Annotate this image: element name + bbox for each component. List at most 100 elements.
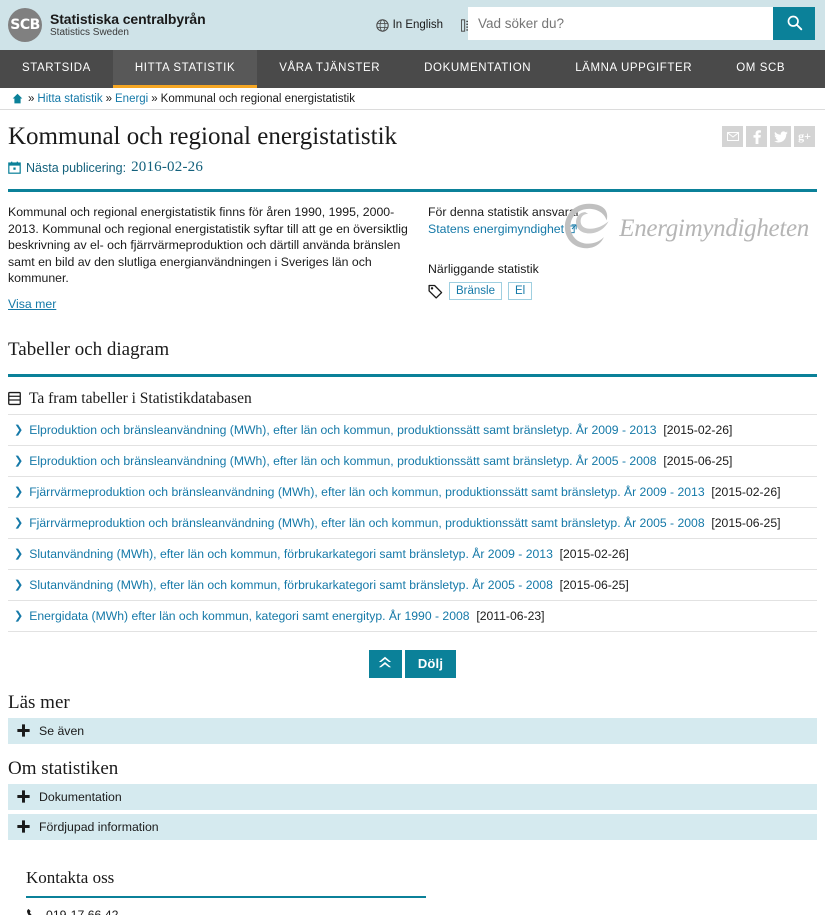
chevron-right-icon: ❯: [14, 547, 24, 560]
table-row[interactable]: ❯ Fjärrvärmeproduktion och bränsleanvänd…: [8, 508, 817, 539]
table-row-label: Slutanvändning (MWh), efter län och komm…: [29, 546, 629, 561]
next-publication: Nästa publicering: 2016-02-26: [8, 159, 817, 176]
search-button[interactable]: [773, 7, 815, 40]
contact-divider: [26, 895, 426, 898]
breadcrumb: » Hitta statistik » Energi » Kommunal oc…: [0, 88, 825, 110]
in-english-label: In English: [392, 19, 444, 31]
page-title-row: Kommunal och regional energistatistik g+: [8, 110, 817, 152]
breadcrumb-sep-2: »: [151, 92, 158, 105]
energimyndigheten-logo: Energimyndigheten: [561, 200, 809, 257]
table-row[interactable]: ❯ Elproduktion och bränsleanvändning (MW…: [8, 446, 817, 477]
plus-icon: [17, 790, 30, 803]
page-content: Kommunal och regional energistatistik g+: [0, 110, 825, 915]
google-plus-glyph: g+: [798, 129, 811, 143]
responsible-org-link[interactable]: Statens energimyndighet: [428, 222, 577, 236]
email-share-icon[interactable]: [722, 126, 743, 147]
search-icon: [786, 14, 803, 34]
org-name-english: Statistics Sweden: [50, 26, 129, 38]
related-tags: Bränsle El: [428, 282, 817, 300]
table-row[interactable]: ❯ Fjärrvärmeproduktion och bränsleanvänd…: [8, 477, 817, 508]
org-name: Statistiska centralbyrån: [50, 10, 206, 27]
intro-left-column: Kommunal och regional energistatistik fi…: [8, 204, 428, 313]
nav-item-vara-tjanster[interactable]: VÅRA TJÄNSTER: [257, 50, 402, 88]
page-title: Kommunal och regional energistatistik: [8, 123, 398, 150]
about-statistics-heading: Om statistiken: [8, 757, 119, 779]
breadcrumb-sep-1: »: [105, 92, 112, 105]
related-statistics-label: Närliggande statistik: [428, 262, 539, 276]
breadcrumb-link-hitta-statistik[interactable]: Hitta statistik: [37, 93, 102, 105]
chevron-right-icon: ❯: [14, 609, 24, 622]
table-row[interactable]: ❯ Slutanvändning (MWh), efter län och ko…: [8, 539, 817, 570]
tables-section-controls: Dölj: [8, 649, 817, 678]
accordion-fordjupad-information-label: Fördjupad information: [39, 819, 159, 834]
accordion-dokumentation[interactable]: Dokumentation: [8, 783, 817, 810]
energimyndigheten-wordmark: Energimyndigheten: [619, 214, 809, 242]
intro-body-text: Kommunal och regional energistatistik fi…: [8, 205, 408, 285]
main-navigation: STARTSIDA HITTA STATISTIK VÅRA TJÄNSTER …: [0, 50, 825, 88]
statistics-database-label: Ta fram tabeller i Statistikdatabasen: [29, 389, 252, 407]
energimyndigheten-leaf-icon: [561, 200, 617, 257]
nav-item-dokumentation[interactable]: DOKUMENTATION: [402, 50, 553, 88]
nav-item-lamna-uppgifter[interactable]: LÄMNA UPPGIFTER: [553, 50, 714, 88]
hide-button[interactable]: Dölj: [404, 649, 457, 678]
table-row[interactable]: ❯ Energidata (MWh) efter län och kommun,…: [8, 601, 817, 632]
plus-icon: [17, 724, 30, 737]
read-more-heading: Läs mer: [8, 691, 70, 713]
next-publication-label: Nästa publicering:: [26, 160, 127, 175]
table-row-label: Energidata (MWh) efter län och kommun, k…: [29, 608, 545, 623]
nav-item-hitta-statistik[interactable]: HITTA STATISTIK: [112, 50, 258, 88]
chevron-right-icon: ❯: [14, 578, 24, 591]
plus-icon: [17, 820, 30, 833]
breadcrumb-current: Kommunal och regional energistatistik: [160, 92, 355, 105]
twitter-share-icon[interactable]: [770, 126, 791, 147]
accordion-se-aven-label: Se även: [39, 723, 85, 738]
breadcrumb-sep-0: »: [28, 92, 35, 105]
tag-icon: [428, 284, 443, 299]
table-row[interactable]: ❯ Slutanvändning (MWh), efter län och ko…: [8, 570, 817, 601]
facebook-share-icon[interactable]: [746, 126, 767, 147]
accordion-se-aven[interactable]: Se även: [8, 717, 817, 744]
phone-icon: [26, 908, 39, 915]
table-row-label: Slutanvändning (MWh), efter län och komm…: [29, 577, 629, 592]
chevron-right-icon: ❯: [14, 485, 24, 498]
contact-phone: 019-17 66 42: [46, 907, 119, 915]
tag-chip-bransle[interactable]: Bränsle: [449, 282, 502, 300]
social-share-bar: g+: [722, 122, 817, 147]
tag-chip-el[interactable]: El: [508, 282, 533, 300]
table-row-label: Elproduktion och bränsleanvändning (MWh)…: [29, 422, 733, 437]
contact-heading: Kontakta oss: [26, 867, 115, 887]
contact-section: Kontakta oss 019-17 66 42 helena.rehn@sc…: [8, 868, 817, 915]
home-icon[interactable]: [12, 93, 25, 104]
google-plus-share-icon[interactable]: g+: [794, 126, 815, 147]
chevron-up-double-icon: [377, 655, 393, 672]
in-english-link[interactable]: In English: [375, 18, 444, 32]
database-icon: [8, 391, 21, 406]
scb-logo-mark: SCB: [8, 8, 42, 42]
chevron-right-icon: ❯: [14, 423, 24, 436]
contact-phone-row: 019-17 66 42: [26, 908, 817, 915]
nav-item-om-scb[interactable]: OM SCB: [714, 50, 807, 88]
next-publication-date: 2016-02-26: [131, 159, 204, 175]
accordion-fordjupad-information[interactable]: Fördjupad information: [8, 813, 817, 840]
site-search: [468, 7, 815, 40]
tables-section-heading: Tabeller och diagram: [8, 338, 170, 360]
site-header: SCB Statistiska centralbyrån Statistics …: [0, 0, 825, 50]
breadcrumb-link-energi[interactable]: Energi: [115, 93, 148, 105]
scroll-to-top-button[interactable]: [368, 649, 402, 678]
chevron-right-icon: ❯: [14, 516, 24, 529]
table-row-label: Fjärrvärmeproduktion och bränsleanvändni…: [29, 515, 781, 530]
globe-icon: [375, 18, 389, 32]
table-row[interactable]: ❯ Elproduktion och bränsleanvändning (MW…: [8, 413, 817, 446]
tables-section-divider: [8, 373, 817, 377]
scb-logo[interactable]: SCB Statistiska centralbyrån Statistics …: [8, 8, 206, 42]
table-row-label: Fjärrvärmeproduktion och bränsleanvändni…: [29, 484, 781, 499]
statistics-database-link[interactable]: Ta fram tabeller i Statistikdatabasen: [8, 390, 817, 408]
intro-section: Kommunal och regional energistatistik fi…: [8, 192, 817, 313]
show-more-link[interactable]: Visa mer: [8, 297, 56, 311]
search-input[interactable]: [468, 7, 773, 40]
chevron-right-icon: ❯: [14, 454, 24, 467]
nav-item-startsida[interactable]: STARTSIDA: [0, 50, 113, 88]
intro-right-column: Energimyndigheten För denna statistik an…: [428, 203, 817, 313]
tables-list: ❯ Elproduktion och bränsleanvändning (MW…: [8, 413, 817, 632]
calendar-icon: [8, 161, 21, 174]
